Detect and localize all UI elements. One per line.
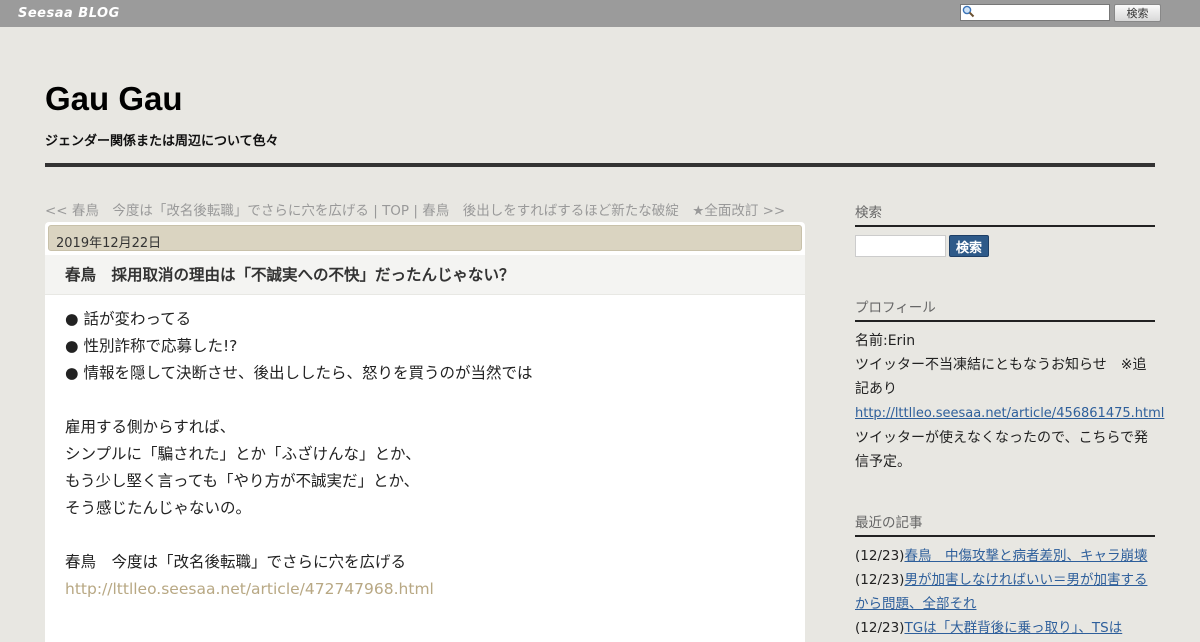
- list-item: (12/23)春鳥 中傷攻撃と病者差別、キャラ崩壊: [855, 544, 1155, 568]
- seesaa-blog-logo[interactable]: Seesaa BLOG: [18, 6, 120, 21]
- header-divider: [45, 163, 1155, 167]
- list-item: (12/23)男が加害しなければいい＝男が加害するから問題、全部それ: [855, 568, 1155, 616]
- post-line: ● 話が変わってる: [65, 310, 192, 328]
- magnifier-icon: [962, 5, 975, 18]
- post-line: もう少し堅く言っても「やり方が不誠実だ」とか、: [65, 472, 420, 490]
- post-line: [65, 387, 785, 414]
- profile-name: 名前:Erin: [855, 333, 916, 349]
- profile-section: 名前:Erin ツイッター不当凍結にともなうお知らせ ※追記あり http://…: [855, 329, 1164, 474]
- post-article-link[interactable]: http://lttlleo.seesaa.net/article/472747…: [65, 576, 785, 603]
- post-date: 2019年12月22日: [48, 225, 802, 251]
- recent-post-date: (12/23): [855, 620, 905, 636]
- prev-article-link[interactable]: << 春鳥 今度は「改名後転職」でさらに穴を広げる: [45, 203, 369, 219]
- sidebar-search-button[interactable]: 検索: [949, 235, 989, 257]
- post-line: ● 情報を隠して決断させ、後出ししたら、怒りを買うのが当然では: [65, 364, 533, 382]
- article-nav: << 春鳥 今度は「改名後転職」でさらに穴を広げる | TOP | 春鳥 後出し…: [45, 199, 805, 219]
- recent-post-link[interactable]: 春鳥 中傷攻撃と病者差別、キャラ崩壊: [904, 548, 1147, 564]
- list-item: (12/23)TGは「大群背後に乗っ取り」、TSは: [855, 616, 1155, 640]
- nav-separator: |: [368, 203, 383, 219]
- sidebar-search-heading: 検索: [855, 201, 1155, 227]
- profile-note: ツイッターが使えなくなったので、こちらで発信予定。: [855, 430, 1149, 470]
- post-title[interactable]: 春鳥 採用取消の理由は「不誠実への不快」だったんじゃない？: [65, 263, 515, 285]
- recent-post-date: (12/23): [855, 548, 905, 564]
- post-line: 雇用する側からすれば、: [65, 418, 236, 436]
- post-line: [65, 522, 785, 549]
- nav-separator: |: [409, 203, 423, 219]
- post-line: シンプルに「騙された」とか「ふざけんな」とか、: [65, 445, 421, 463]
- sidebar-search-input[interactable]: [855, 235, 946, 257]
- top-search-input[interactable]: [960, 4, 1110, 21]
- blog-description: ジェンダー関係または周辺について色々: [45, 134, 279, 149]
- post-line: そう感じたんじゃないの。: [65, 499, 252, 517]
- profile-link[interactable]: http://lttlleo.seesaa.net/article/456861…: [855, 406, 1164, 421]
- post-body: ● 話が変わってる ● 性別詐称で応募した!? ● 情報を隠して決断させ、後出し…: [65, 306, 785, 603]
- blog-title[interactable]: Gau Gau: [45, 80, 183, 118]
- recent-post-date: (12/23): [855, 572, 905, 588]
- profile-notice: ツイッター不当凍結にともなうお知らせ ※追記あり: [855, 357, 1147, 397]
- top-link[interactable]: TOP: [382, 203, 409, 219]
- recent-post-link[interactable]: TGは「大群背後に乗っ取り」、TSは: [904, 620, 1122, 636]
- sidebar-recent-heading: 最近の記事: [855, 511, 1155, 537]
- recent-posts-list: (12/23)春鳥 中傷攻撃と病者差別、キャラ崩壊 (12/23)男が加害しなけ…: [855, 544, 1155, 640]
- top-search-button[interactable]: 検索: [1114, 4, 1161, 22]
- post-line: ● 性別詐称で応募した!?: [65, 337, 238, 355]
- post-title-bar: 春鳥 採用取消の理由は「不誠実への不快」だったんじゃない？: [45, 255, 805, 295]
- next-article-link[interactable]: 春鳥 後出しをすればするほど新たな破綻 ★全面改訂 >>: [422, 203, 785, 219]
- post-line: 春鳥 今度は「改名後転職」でさらに穴を広げる: [65, 553, 407, 571]
- sidebar-profile-heading: プロフィール: [855, 296, 1155, 322]
